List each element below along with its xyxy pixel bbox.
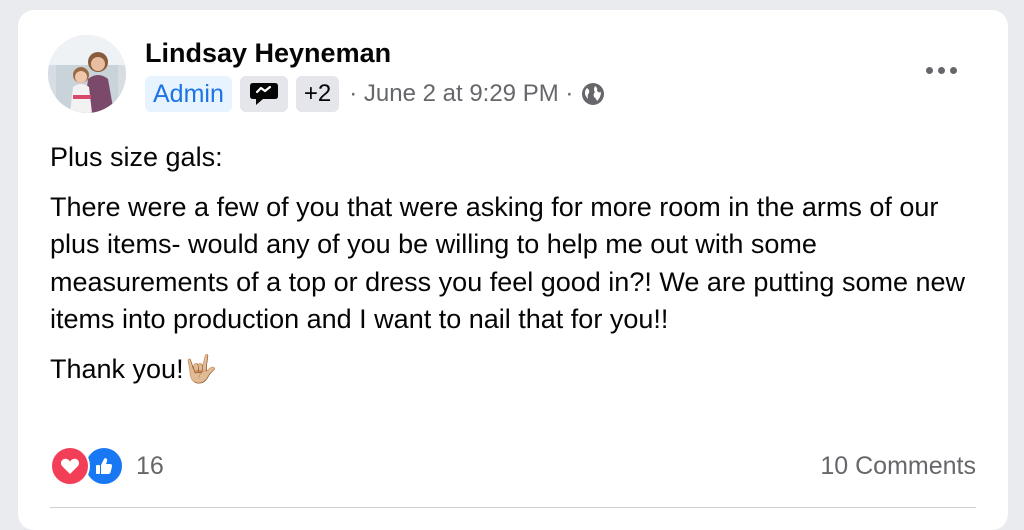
more-options-button[interactable] (913, 50, 969, 90)
admin-badge[interactable]: Admin (145, 76, 232, 112)
author-name[interactable]: Lindsay Heyneman (145, 36, 391, 70)
post-paragraph: There were a few of you that were asking… (50, 191, 966, 335)
more-dots-icon (925, 66, 933, 74)
comments-count-link[interactable]: 10 Comments (820, 450, 976, 482)
globe-icon[interactable] (581, 82, 605, 106)
avatar[interactable] (48, 35, 126, 113)
post-paragraph: Thank you!🤟🏼 (50, 353, 218, 384)
more-badges-button[interactable]: +2 (295, 76, 340, 112)
post-card: Lindsay Heyneman Admin +2 · June 2 at 9:… (18, 10, 1008, 530)
conversation-starter-badge[interactable] (239, 76, 288, 112)
reactions-summary[interactable]: 16 (50, 446, 164, 486)
like-icon (84, 446, 124, 486)
avatar-photo-icon (48, 35, 126, 113)
post-meta: Admin +2 · June 2 at 9:29 PM · (145, 76, 605, 112)
love-icon (50, 446, 90, 486)
post-paragraph: Plus size gals: (50, 142, 223, 172)
reaction-count[interactable]: 16 (136, 452, 164, 481)
post-timestamp[interactable]: · June 2 at 9:29 PM · (349, 80, 573, 108)
chat-bubble-icon (249, 83, 278, 105)
post-body: Plus size gals: There were a few of you … (50, 139, 990, 388)
divider (50, 507, 976, 508)
